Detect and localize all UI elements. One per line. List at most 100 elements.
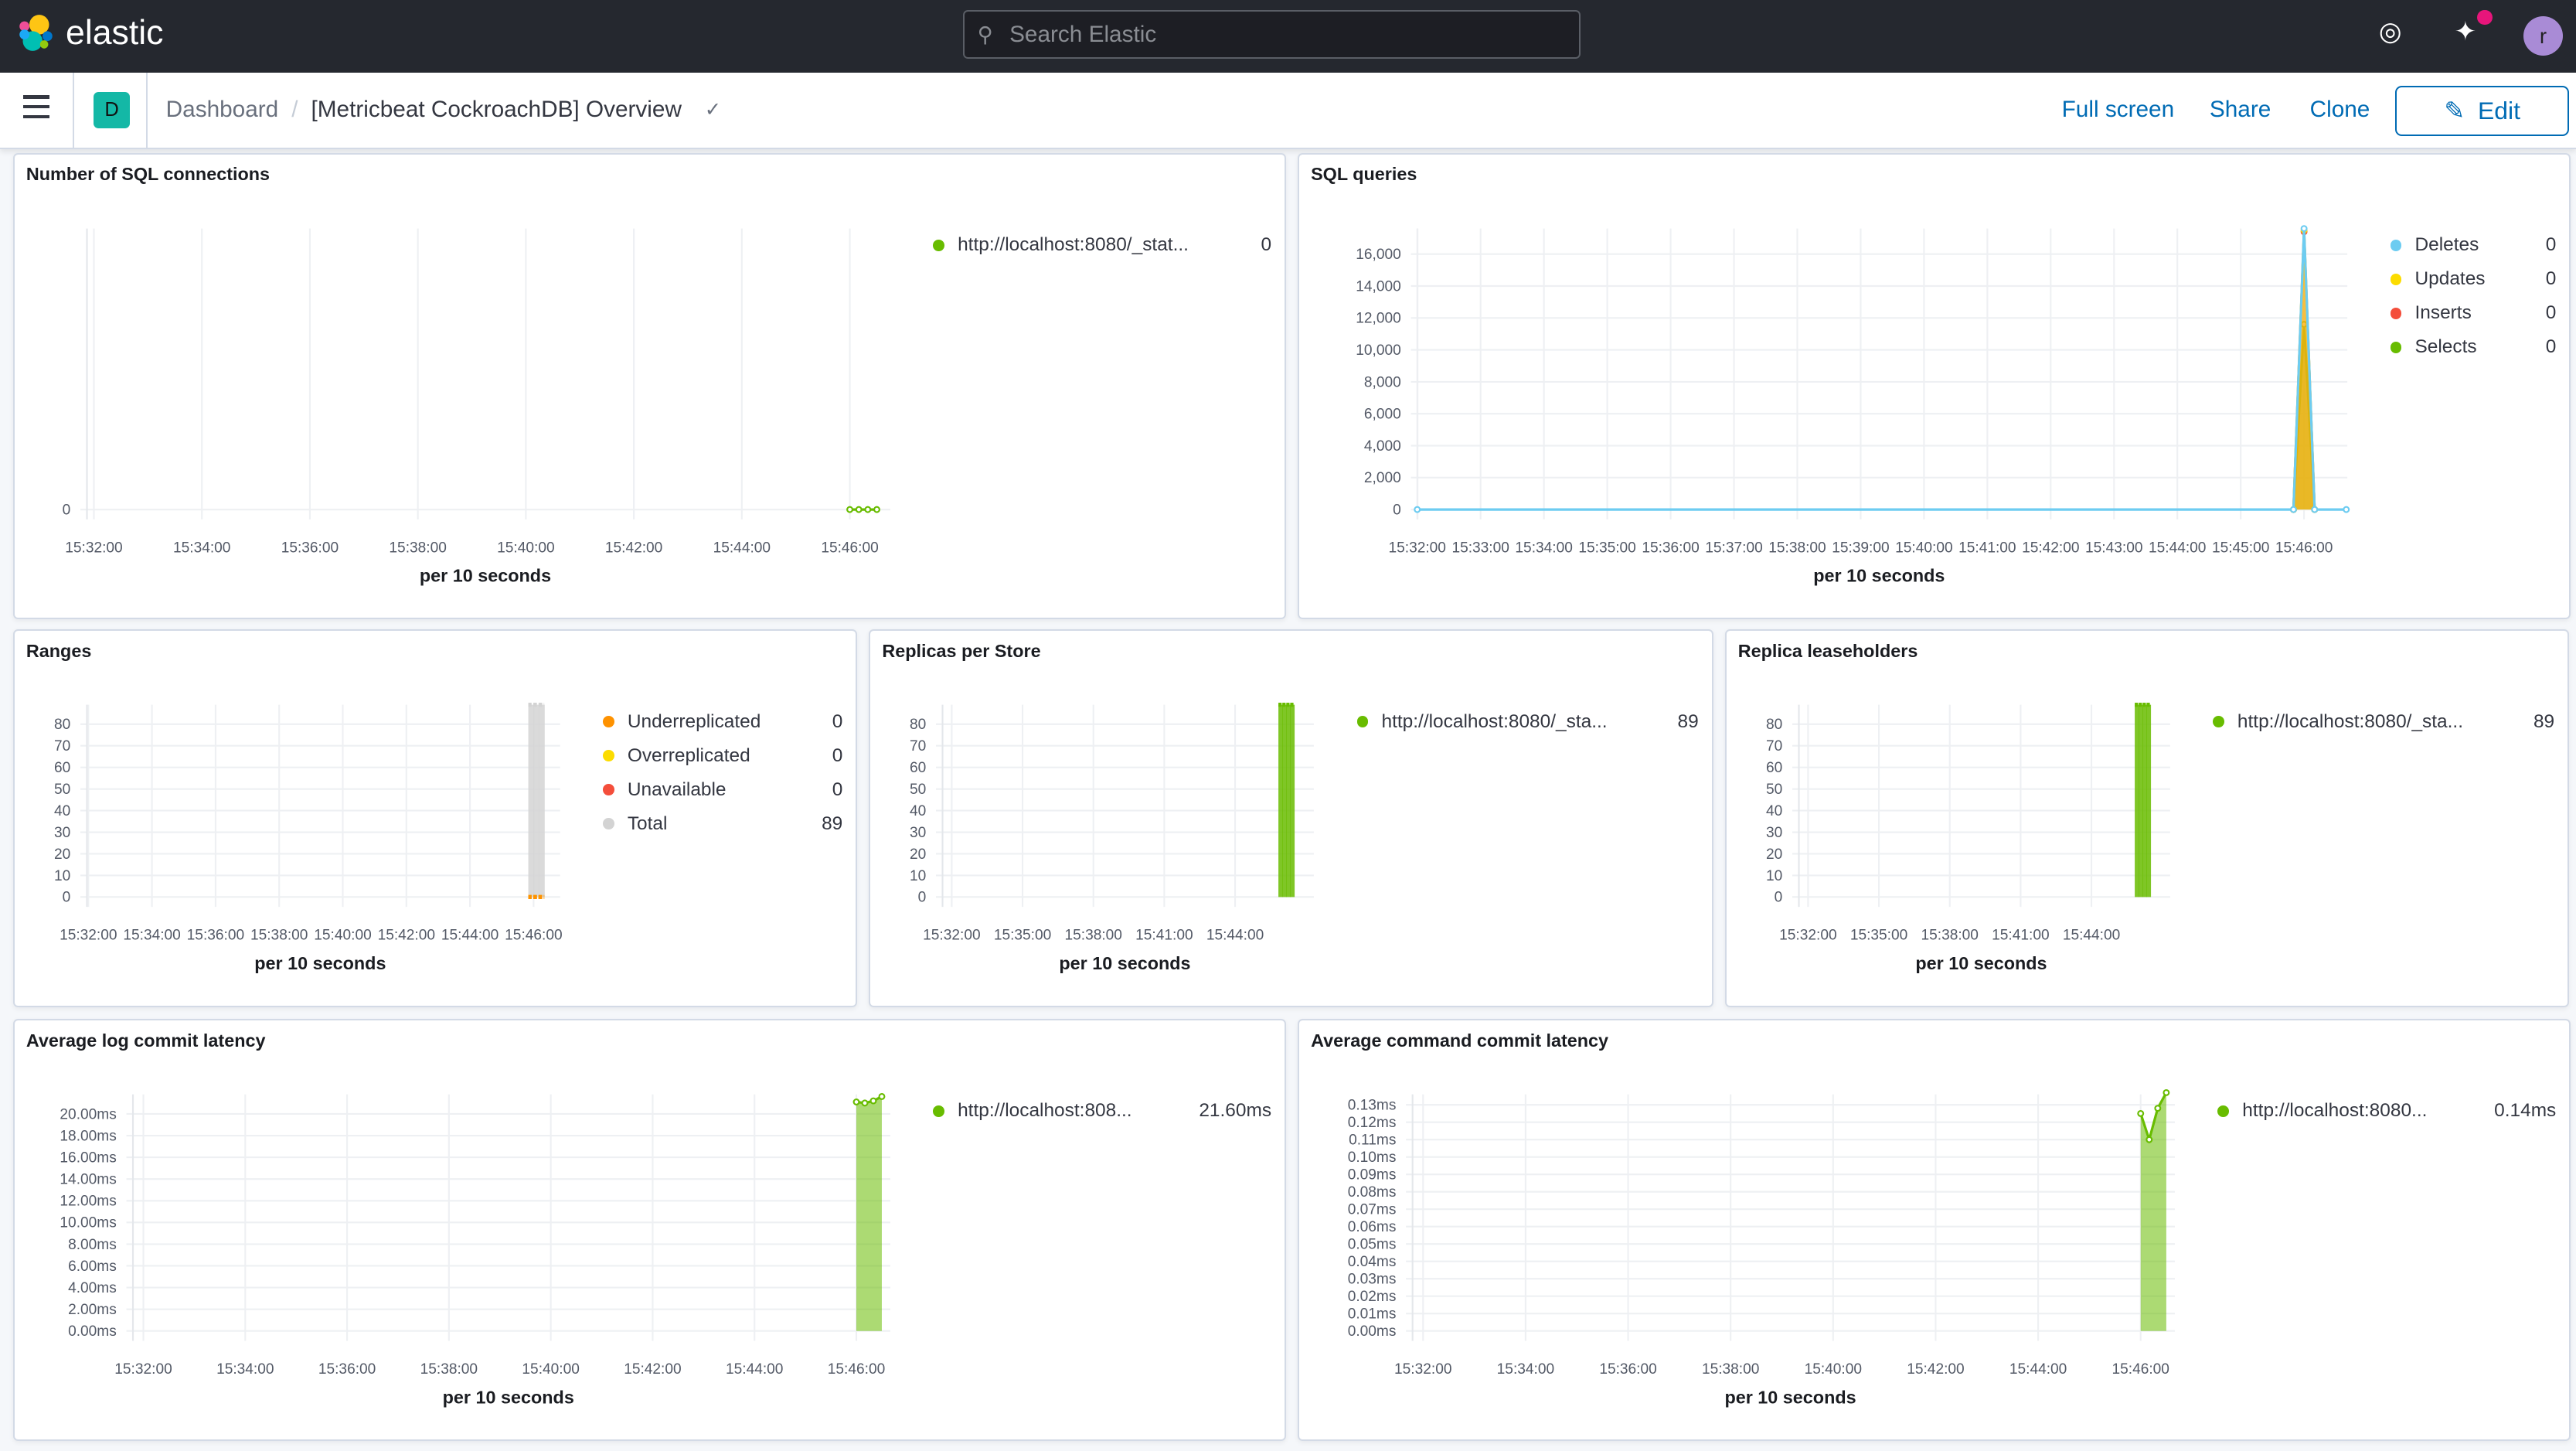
legend-item[interactable]: http://localhost:8080/_sta... 89 (1356, 705, 1699, 739)
panel-avg-log-commit-latency: 0.00ms 2.00ms 4.00ms 6.00ms 8.00ms 10.00ms 12.… (13, 1018, 1287, 1441)
legend-value: 0 (832, 710, 843, 732)
legend-label: http://localhost:8080/_stat... (958, 234, 1189, 256)
data-point[interactable] (878, 1092, 886, 1100)
data-point[interactable] (2137, 1109, 2145, 1117)
x-tick-label: 15:34:00 (1516, 540, 1573, 556)
bar[interactable] (2146, 704, 2151, 898)
y-tick-label: 20.00ms (60, 1106, 116, 1122)
y-tick-label: 4.00ms (68, 1280, 117, 1296)
data-point[interactable] (2311, 506, 2319, 513)
bar[interactable] (2134, 704, 2139, 898)
data-point[interactable] (2300, 224, 2308, 232)
x-tick-label: 15:34:00 (123, 928, 180, 944)
x-tick-label: 15:34:00 (1497, 1361, 1554, 1378)
data-point[interactable] (861, 1099, 869, 1107)
x-tick-label: 15:46:00 (505, 928, 562, 944)
legend-dot-icon (602, 784, 614, 796)
y-tick-label: 0 (63, 890, 71, 906)
data-point[interactable] (852, 1098, 860, 1105)
chart-legend: Underreplicated 0 Overreplicated 0 Unavailab… (602, 705, 843, 841)
chart-avg-command-commit-latency: 0.00ms0.01ms0.02ms 0.03ms0.04ms 0.05ms0.06… (1348, 1088, 2176, 1407)
data-point[interactable] (864, 506, 872, 513)
x-axis-title: per 10 seconds (1915, 953, 2047, 973)
legend-value: 89 (822, 812, 843, 834)
bar[interactable] (2142, 704, 2147, 898)
y-tick-label: 20 (910, 846, 926, 863)
legend-item[interactable]: Selects 0 (2390, 330, 2556, 364)
legend-item[interactable]: Deletes 0 (2390, 228, 2556, 262)
legend-item[interactable]: Underreplicated 0 (602, 705, 843, 739)
clone-button[interactable]: Clone (2310, 97, 2370, 123)
x-tick-label: 15:38:00 (1921, 928, 1978, 944)
legend-dot-icon (933, 1105, 945, 1117)
y-tick-label: 6,000 (1364, 406, 1401, 422)
bar[interactable] (1282, 704, 1288, 898)
legend-item[interactable]: Overreplicated 0 (602, 739, 842, 773)
data-point[interactable] (873, 506, 880, 513)
x-tick-label: 15:32:00 (1389, 540, 1446, 556)
x-tick-label: 15:38:00 (1702, 1361, 1759, 1378)
breadcrumb: Dashboard / [Metricbeat CockroachDB] Ove… (166, 97, 721, 123)
y-tick-label: 0.07ms (1348, 1201, 1397, 1218)
data-point[interactable] (846, 506, 854, 513)
y-tick-label: 0.04ms (1348, 1254, 1397, 1270)
edit-button[interactable]: ✎ Edit (2395, 85, 2570, 137)
menu-hamburger-icon[interactable] (22, 95, 49, 124)
bar[interactable] (2139, 704, 2143, 898)
search-input[interactable] (1006, 19, 1579, 49)
y-tick-label: 0.11ms (1349, 1132, 1396, 1148)
bar[interactable] (1290, 704, 1295, 898)
legend-item[interactable]: Updates 0 (2390, 262, 2556, 296)
full-screen-button[interactable]: Full screen (2062, 97, 2175, 123)
x-tick-label: 15:44:00 (713, 540, 771, 556)
search-bar[interactable]: ⚲ (962, 9, 1581, 60)
data-point[interactable] (869, 1097, 877, 1105)
legend-item[interactable]: http://localhost:8080/_stat... 0 (933, 228, 1271, 262)
space-avatar[interactable]: D (94, 92, 130, 128)
breadcrumb-dashboard[interactable]: Dashboard (166, 97, 279, 123)
bar[interactable] (533, 704, 539, 898)
x-tick-label: 15:43:00 (2085, 540, 2142, 556)
series-line (1417, 228, 2346, 511)
legend-item[interactable]: Unavailable 0 (602, 773, 843, 807)
data-point[interactable] (855, 506, 863, 513)
panel-title: Average log commit latency (26, 1030, 266, 1051)
bar[interactable] (1286, 704, 1291, 898)
data-point[interactable] (2154, 1105, 2162, 1112)
edit-label: Edit (2478, 96, 2520, 124)
legend-item[interactable]: Inserts 0 (2390, 296, 2556, 330)
legend-item[interactable]: Total 89 (602, 807, 843, 841)
y-tick-label: 0.06ms (1348, 1219, 1397, 1235)
legend-value: 0 (832, 778, 843, 800)
user-avatar[interactable]: r (2523, 16, 2563, 56)
bar[interactable] (539, 704, 545, 898)
y-tick-label: 60 (910, 760, 926, 776)
x-tick-label: 15:35:00 (994, 928, 1051, 944)
help-lifebuoy-icon[interactable]: ◎ (2379, 16, 2402, 47)
y-tick-label: 0.03ms (1348, 1271, 1397, 1287)
breadcrumb-current: [Metricbeat CockroachDB] Overview (311, 97, 682, 123)
legend-item[interactable]: http://localhost:8080/_sta... 89 (2213, 705, 2554, 739)
legend-item[interactable]: http://localhost:8080... 0.14ms (2217, 1095, 2556, 1129)
x-tick-label: 15:32:00 (114, 1361, 172, 1378)
elastic-logo[interactable]: elastic (16, 13, 164, 53)
bar[interactable] (528, 704, 535, 898)
news-feed-icon[interactable]: ✦ (2455, 16, 2477, 47)
y-tick-label: 30 (54, 825, 70, 841)
panel-title: Replicas per Store (882, 640, 1041, 661)
bar[interactable] (1278, 704, 1284, 898)
data-point[interactable] (2146, 1136, 2153, 1143)
x-tick-label: 15:36:00 (1642, 540, 1700, 556)
legend-label: http://localhost:8080/_sta... (2237, 710, 2464, 732)
legend-label: Total (627, 812, 668, 834)
data-point[interactable] (2343, 506, 2350, 513)
data-point[interactable] (2163, 1088, 2170, 1096)
data-point[interactable] (2290, 506, 2298, 513)
legend-dot-icon (602, 818, 614, 830)
y-tick-label: 10,000 (1356, 342, 1402, 359)
share-button[interactable]: Share (2210, 97, 2271, 123)
legend-item[interactable]: http://localhost:808... 21.60ms (933, 1095, 1271, 1129)
data-point[interactable] (1414, 506, 1421, 513)
legend-label: Unavailable (627, 778, 727, 800)
chart-replicas-per-store: 0 10 20 30 40 50 60 70 80 15:32:00 15:35:00 15:38:0… (910, 703, 1315, 973)
